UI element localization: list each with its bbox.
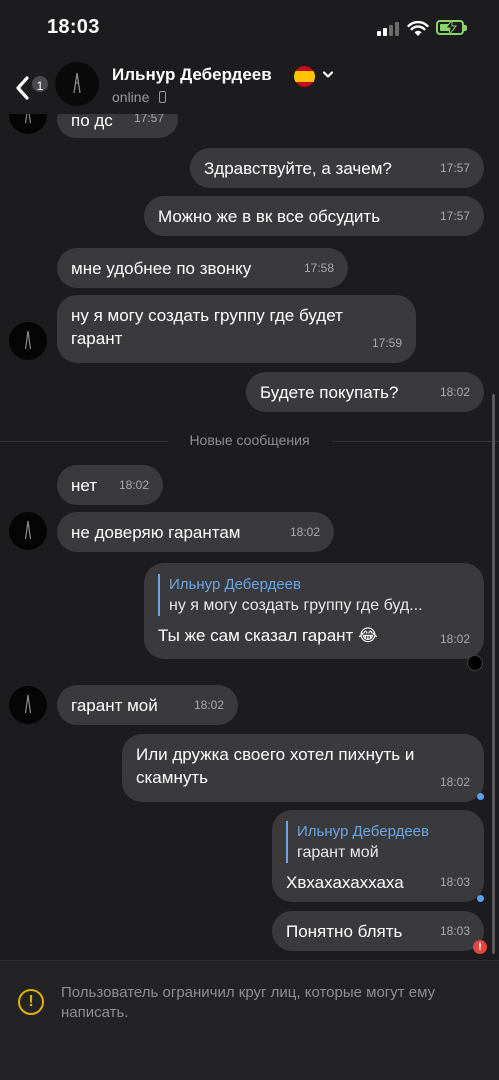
new-messages-divider: Новые сообщения [0,432,499,450]
chevron-down-icon[interactable] [322,70,334,80]
sender-avatar[interactable] [9,686,47,724]
message-incoming[interactable]: ну я могу создать группу где будет гаран… [57,295,416,363]
message-outgoing[interactable]: Можно же в вк все обсудить 17:57 [144,196,484,236]
message-outgoing[interactable]: Понятно блять 18:03 [272,911,484,951]
message-outgoing[interactable]: Здравствуйте, а зачем? 17:57 [190,148,484,188]
message-text: мне удобнее по звонку [71,259,252,278]
message-outgoing[interactable]: Или дружка своего хотел пихнуть и скамну… [122,734,484,802]
message-incoming[interactable]: гарант мой 18:02 [57,685,238,725]
battery-icon [436,20,467,35]
scrollbar[interactable] [492,394,495,954]
reply-quote[interactable]: Ильнур Дебердеев ну я могу создать групп… [158,574,470,616]
message-time: 17:57 [439,161,470,175]
contact-name[interactable]: Ильнур Дебердеев [112,65,272,85]
message-time: 18:02 [118,478,149,492]
message-time: 18:03 [439,924,470,938]
unread-dot [477,793,484,800]
spain-flag-icon [294,66,315,87]
contact-status: online [112,89,150,105]
message-time: 18:02 [193,698,224,712]
message-outgoing-reply[interactable]: Ильнур Дебердеев гарант мой Хвхахахаххах… [272,810,484,902]
sender-avatar[interactable] [9,512,47,550]
message-text: Здравствуйте, а зачем? [204,159,392,178]
message-time: 17:59 [371,336,402,350]
mobile-phone-icon [159,91,166,103]
message-text: ну я могу создать группу где будет гаран… [71,306,343,348]
send-error-icon[interactable]: ! [473,940,487,954]
signal-icon [377,22,401,36]
message-text: не доверяю гарантам [71,523,241,542]
message-text: Можно же в вк все обсудить [158,207,381,226]
status-time: 18:03 [47,16,100,38]
message-incoming[interactable]: по дс 17:57 [57,114,178,138]
reply-text: гарант мой [297,844,379,861]
contact-avatar[interactable] [55,62,99,106]
message-time: 18:02 [289,525,320,539]
message-time: 18:03 [439,875,470,889]
reply-quote[interactable]: Ильнур Дебердеев гарант мой [286,821,470,863]
reply-text: ну я могу создать группу где буд... [169,597,423,614]
message-list[interactable]: по дс 17:57 Здравствуйте, а зачем? 17:57… [0,114,499,960]
message-time: 18:02 [439,385,470,399]
notice-text: Пользователь ограничил круг лиц, которые… [61,984,436,1021]
message-time: 17:57 [439,209,470,223]
message-time: 18:02 [439,632,470,646]
message-text: Или дружка своего хотел пихнуть и скамну… [136,745,415,787]
sender-avatar[interactable] [9,114,47,134]
message-text: Будете покупать? [260,383,399,402]
sender-avatar[interactable] [9,322,47,360]
divider-label: Новые сообщения [189,432,310,448]
message-incoming[interactable]: не доверяю гарантам 18:02 [57,512,334,552]
restriction-notice: ! Пользователь ограничил круг лиц, котор… [0,960,499,1080]
chevron-left-icon [16,76,29,100]
message-time: 17:57 [133,114,164,125]
message-text: Ты же сам сказал гарант 😂 [158,626,378,645]
status-bar: 18:03 [0,0,499,56]
message-time: 17:58 [303,261,334,275]
chat-header: 1 Ильнур Дебердеев online [0,56,499,114]
back-button[interactable]: 1 [8,66,50,102]
message-incoming[interactable]: мне удобнее по звонку 17:58 [57,248,348,288]
message-time: 18:02 [439,775,470,789]
reply-author: Ильнур Дебердеев [169,576,301,593]
reply-author: Ильнур Дебердеев [297,823,429,840]
read-receipt-avatar [467,655,483,671]
message-outgoing[interactable]: Будете покупать? 18:02 [246,372,484,412]
warning-icon: ! [18,989,44,1015]
message-incoming[interactable]: нет 18:02 [57,465,163,505]
unread-dot [477,895,484,902]
unread-badge: 1 [30,74,50,94]
wifi-icon [407,20,429,36]
message-outgoing-reply[interactable]: Ильнур Дебердеев ну я могу создать групп… [144,563,484,659]
